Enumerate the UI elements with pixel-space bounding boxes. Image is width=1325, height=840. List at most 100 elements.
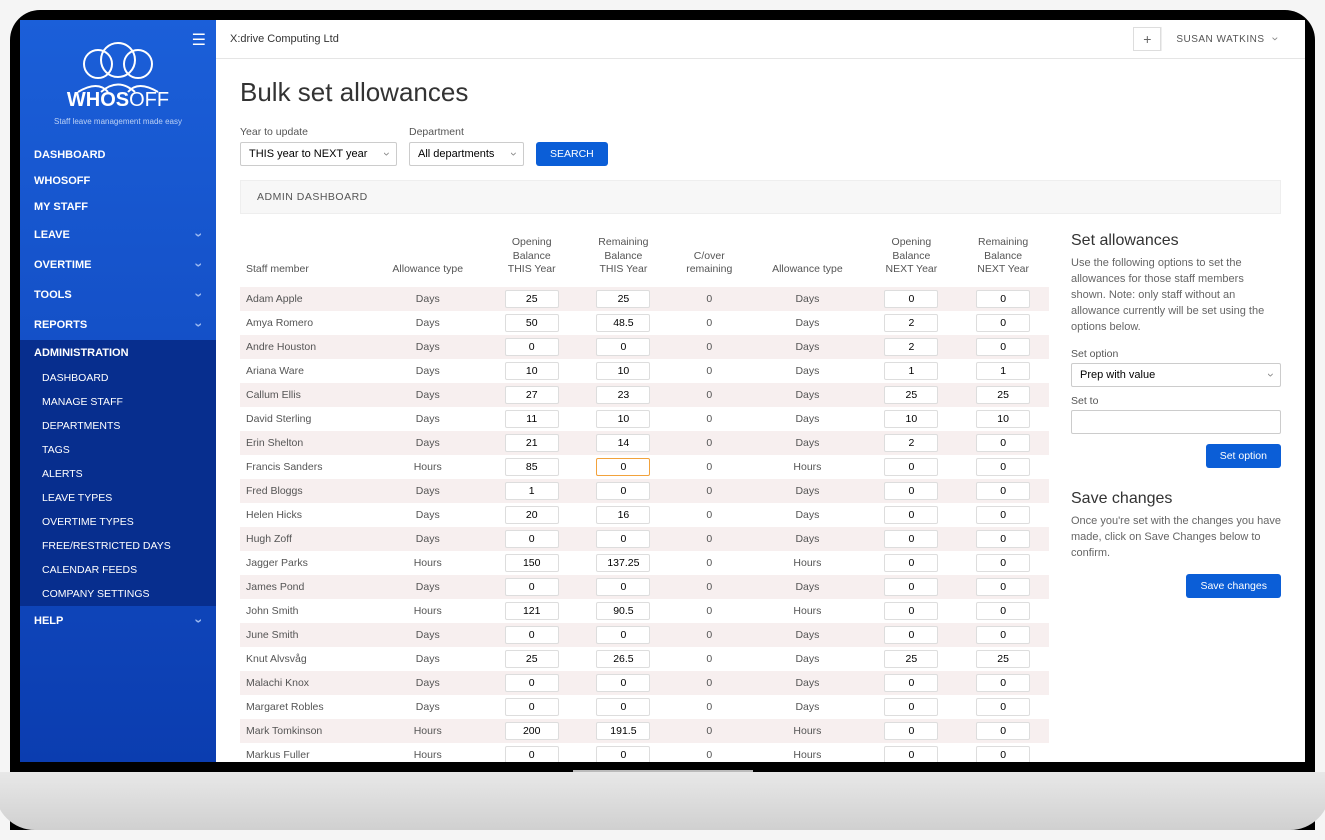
rem-next-input[interactable] — [976, 290, 1030, 308]
open-next-input[interactable] — [884, 554, 938, 572]
open-next-input[interactable] — [884, 314, 938, 332]
rem-this-input[interactable] — [596, 602, 650, 620]
rem-next-input[interactable] — [976, 458, 1030, 476]
open-this-input[interactable] — [505, 314, 559, 332]
open-next-input[interactable] — [884, 434, 938, 452]
rem-this-input[interactable] — [596, 674, 650, 692]
add-button[interactable]: + — [1133, 27, 1161, 51]
open-this-input[interactable] — [505, 602, 559, 620]
open-this-input[interactable] — [505, 674, 559, 692]
open-next-input[interactable] — [884, 530, 938, 548]
open-next-input[interactable] — [884, 650, 938, 668]
rem-next-input[interactable] — [976, 578, 1030, 596]
open-this-input[interactable] — [505, 386, 559, 404]
open-next-input[interactable] — [884, 482, 938, 500]
open-this-input[interactable] — [505, 650, 559, 668]
rem-next-input[interactable] — [976, 674, 1030, 692]
rem-this-input[interactable] — [596, 626, 650, 644]
nav-tools[interactable]: TOOLS — [20, 280, 216, 310]
rem-this-input[interactable] — [596, 362, 650, 380]
year-select[interactable]: THIS year to NEXT year — [240, 142, 397, 166]
save-changes-button[interactable]: Save changes — [1186, 574, 1281, 598]
nav-dashboard[interactable]: DASHBOARD — [20, 142, 216, 168]
open-this-input[interactable] — [505, 578, 559, 596]
menu-toggle-icon[interactable]: ☰ — [192, 30, 206, 50]
rem-next-input[interactable] — [976, 410, 1030, 428]
open-this-input[interactable] — [505, 458, 559, 476]
rem-next-input[interactable] — [976, 386, 1030, 404]
open-this-input[interactable] — [505, 290, 559, 308]
nav-mystaff[interactable]: MY STAFF — [20, 194, 216, 220]
open-next-input[interactable] — [884, 578, 938, 596]
nav-whosoff[interactable]: WHOSOFF — [20, 168, 216, 194]
rem-next-input[interactable] — [976, 650, 1030, 668]
subnav-free-restricted[interactable]: FREE/RESTRICTED DAYS — [20, 534, 216, 558]
breadcrumb[interactable]: ADMIN DASHBOARD — [240, 180, 1281, 214]
rem-next-input[interactable] — [976, 626, 1030, 644]
open-this-input[interactable] — [505, 434, 559, 452]
open-next-input[interactable] — [884, 458, 938, 476]
rem-this-input[interactable] — [596, 554, 650, 572]
set-option-button[interactable]: Set option — [1206, 444, 1281, 468]
open-this-input[interactable] — [505, 722, 559, 740]
rem-next-input[interactable] — [976, 362, 1030, 380]
open-this-input[interactable] — [505, 626, 559, 644]
subnav-overtime-types[interactable]: OVERTIME TYPES — [20, 510, 216, 534]
open-this-input[interactable] — [505, 482, 559, 500]
rem-next-input[interactable] — [976, 530, 1030, 548]
rem-next-input[interactable] — [976, 722, 1030, 740]
open-next-input[interactable] — [884, 506, 938, 524]
open-this-input[interactable] — [505, 506, 559, 524]
rem-this-input[interactable] — [596, 746, 650, 762]
open-next-input[interactable] — [884, 626, 938, 644]
rem-next-input[interactable] — [976, 746, 1030, 762]
rem-next-input[interactable] — [976, 314, 1030, 332]
rem-this-input[interactable] — [596, 578, 650, 596]
nav-administration[interactable]: ADMINISTRATION — [20, 340, 216, 366]
nav-reports[interactable]: REPORTS — [20, 310, 216, 340]
subnav-tags[interactable]: TAGS — [20, 438, 216, 462]
rem-this-input[interactable] — [596, 314, 650, 332]
subnav-company-settings[interactable]: COMPANY SETTINGS — [20, 582, 216, 606]
open-next-input[interactable] — [884, 746, 938, 762]
rem-next-input[interactable] — [976, 338, 1030, 356]
dept-select[interactable]: All departments — [409, 142, 524, 166]
rem-this-input[interactable] — [596, 338, 650, 356]
open-this-input[interactable] — [505, 338, 559, 356]
subnav-departments[interactable]: DEPARTMENTS — [20, 414, 216, 438]
open-this-input[interactable] — [505, 362, 559, 380]
open-next-input[interactable] — [884, 290, 938, 308]
rem-this-input[interactable] — [596, 482, 650, 500]
rem-next-input[interactable] — [976, 698, 1030, 716]
search-button[interactable]: SEARCH — [536, 142, 608, 166]
rem-next-input[interactable] — [976, 554, 1030, 572]
open-next-input[interactable] — [884, 698, 938, 716]
rem-this-input[interactable] — [596, 698, 650, 716]
subnav-leave-types[interactable]: LEAVE TYPES — [20, 486, 216, 510]
open-this-input[interactable] — [505, 554, 559, 572]
subnav-alerts[interactable]: ALERTS — [20, 462, 216, 486]
open-next-input[interactable] — [884, 362, 938, 380]
rem-next-input[interactable] — [976, 434, 1030, 452]
rem-next-input[interactable] — [976, 602, 1030, 620]
nav-help[interactable]: HELP — [20, 606, 216, 636]
rem-this-input[interactable] — [596, 290, 650, 308]
open-this-input[interactable] — [505, 410, 559, 428]
open-next-input[interactable] — [884, 722, 938, 740]
rem-this-input[interactable] — [596, 434, 650, 452]
rem-next-input[interactable] — [976, 506, 1030, 524]
subnav-calendar-feeds[interactable]: CALENDAR FEEDS — [20, 558, 216, 582]
open-next-input[interactable] — [884, 602, 938, 620]
rem-this-input[interactable] — [596, 530, 650, 548]
rem-this-input[interactable] — [596, 410, 650, 428]
set-option-select[interactable]: Prep with value — [1071, 363, 1281, 387]
nav-overtime[interactable]: OVERTIME — [20, 250, 216, 280]
set-to-input[interactable] — [1071, 410, 1281, 434]
open-next-input[interactable] — [884, 386, 938, 404]
open-next-input[interactable] — [884, 338, 938, 356]
rem-next-input[interactable] — [976, 482, 1030, 500]
nav-leave[interactable]: LEAVE — [20, 220, 216, 250]
rem-this-input[interactable] — [596, 650, 650, 668]
rem-this-input[interactable] — [596, 722, 650, 740]
open-this-input[interactable] — [505, 698, 559, 716]
